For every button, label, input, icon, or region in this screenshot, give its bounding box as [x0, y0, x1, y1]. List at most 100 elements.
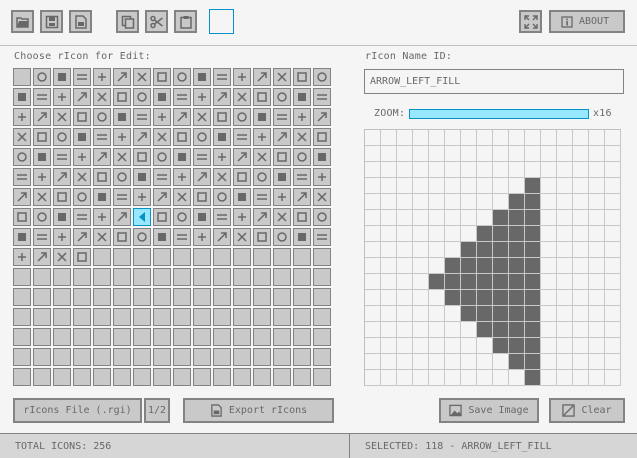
pixel-off[interactable] — [413, 178, 429, 194]
pixel-on[interactable] — [525, 370, 541, 386]
pixel-off[interactable] — [365, 354, 381, 370]
icon-cell[interactable] — [273, 188, 291, 206]
pixel-off[interactable] — [509, 178, 525, 194]
icon-cell[interactable] — [73, 228, 91, 246]
icon-cell[interactable] — [233, 288, 251, 306]
icon-cell[interactable] — [93, 208, 111, 226]
pixel-off[interactable] — [557, 258, 573, 274]
pixel-on[interactable] — [525, 338, 541, 354]
icon-cell[interactable] — [253, 268, 271, 286]
icon-cell[interactable] — [273, 168, 291, 186]
pixel-off[interactable] — [445, 178, 461, 194]
pixel-off[interactable] — [445, 194, 461, 210]
pixel-on[interactable] — [509, 194, 525, 210]
pixel-off[interactable] — [429, 290, 445, 306]
icon-cell[interactable] — [33, 268, 51, 286]
icon-cell[interactable] — [193, 308, 211, 326]
pixel-off[interactable] — [557, 178, 573, 194]
icon-cell[interactable] — [313, 128, 331, 146]
icon-cell[interactable] — [213, 128, 231, 146]
pixel-off[interactable] — [589, 146, 605, 162]
icon-name-input[interactable]: ARROW_LEFT_FILL — [364, 69, 624, 94]
icon-cell[interactable] — [113, 188, 131, 206]
icon-cell[interactable] — [193, 268, 211, 286]
pixel-off[interactable] — [413, 338, 429, 354]
icon-cell[interactable] — [213, 328, 231, 346]
icon-cell[interactable] — [133, 228, 151, 246]
icon-cell[interactable] — [33, 188, 51, 206]
icon-cell[interactable] — [193, 288, 211, 306]
icon-cell[interactable] — [113, 228, 131, 246]
icon-cell[interactable] — [293, 108, 311, 126]
pixel-off[interactable] — [557, 338, 573, 354]
icon-cell[interactable] — [93, 348, 111, 366]
icon-cell[interactable] — [313, 268, 331, 286]
pixel-on[interactable] — [477, 290, 493, 306]
pixel-on[interactable] — [493, 338, 509, 354]
icon-cell[interactable] — [193, 108, 211, 126]
icon-cell[interactable] — [33, 308, 51, 326]
icon-cell[interactable] — [153, 128, 171, 146]
icon-cell[interactable] — [153, 108, 171, 126]
icon-cell[interactable] — [113, 368, 131, 386]
icon-cell[interactable] — [153, 208, 171, 226]
icon-cell[interactable] — [73, 288, 91, 306]
pixel-on[interactable] — [493, 322, 509, 338]
icon-cell[interactable] — [33, 88, 51, 106]
icon-cell[interactable] — [293, 328, 311, 346]
pixel-on[interactable] — [445, 290, 461, 306]
icon-cell[interactable] — [193, 148, 211, 166]
pixel-off[interactable] — [429, 146, 445, 162]
pixel-on[interactable] — [493, 274, 509, 290]
icon-cell[interactable] — [293, 148, 311, 166]
icon-cell[interactable] — [113, 288, 131, 306]
pixel-off[interactable] — [589, 290, 605, 306]
pixel-off[interactable] — [445, 354, 461, 370]
pixel-off[interactable] — [573, 146, 589, 162]
icon-cell[interactable] — [293, 288, 311, 306]
icon-cell[interactable] — [113, 88, 131, 106]
pixel-on[interactable] — [477, 242, 493, 258]
pixel-off[interactable] — [381, 146, 397, 162]
pixel-off[interactable] — [397, 290, 413, 306]
icon-cell[interactable] — [273, 128, 291, 146]
pixel-off[interactable] — [541, 338, 557, 354]
pixel-on[interactable] — [509, 354, 525, 370]
pixel-off[interactable] — [381, 322, 397, 338]
icon-cell[interactable] — [53, 88, 71, 106]
icon-cell[interactable] — [233, 308, 251, 326]
pixel-off[interactable] — [477, 194, 493, 210]
pixel-off[interactable] — [589, 274, 605, 290]
icon-cell[interactable] — [153, 88, 171, 106]
icon-cell[interactable] — [153, 348, 171, 366]
icon-cell[interactable] — [273, 228, 291, 246]
pixel-off[interactable] — [493, 194, 509, 210]
icon-cell[interactable] — [73, 248, 91, 266]
pixel-off[interactable] — [557, 370, 573, 386]
icon-cell[interactable] — [153, 248, 171, 266]
pixel-off[interactable] — [445, 306, 461, 322]
icon-cell[interactable] — [253, 328, 271, 346]
pixel-off[interactable] — [509, 370, 525, 386]
pixel-on[interactable] — [477, 226, 493, 242]
pixel-off[interactable] — [429, 130, 445, 146]
pixel-off[interactable] — [429, 322, 445, 338]
icon-cell[interactable] — [33, 368, 51, 386]
pixel-off[interactable] — [605, 258, 621, 274]
icon-cell[interactable] — [213, 208, 231, 226]
pixel-off[interactable] — [413, 146, 429, 162]
icon-cell[interactable] — [133, 168, 151, 186]
icon-cell[interactable] — [253, 168, 271, 186]
icon-cell[interactable] — [173, 228, 191, 246]
icon-cell[interactable] — [13, 208, 31, 226]
icon-cell[interactable] — [73, 268, 91, 286]
pixel-off[interactable] — [365, 210, 381, 226]
icon-cell[interactable] — [13, 88, 31, 106]
icon-cell[interactable] — [53, 248, 71, 266]
pixel-off[interactable] — [461, 354, 477, 370]
pixel-off[interactable] — [413, 354, 429, 370]
pixel-off[interactable] — [541, 274, 557, 290]
pixel-off[interactable] — [381, 290, 397, 306]
icon-cell[interactable] — [73, 168, 91, 186]
pixel-off[interactable] — [557, 274, 573, 290]
